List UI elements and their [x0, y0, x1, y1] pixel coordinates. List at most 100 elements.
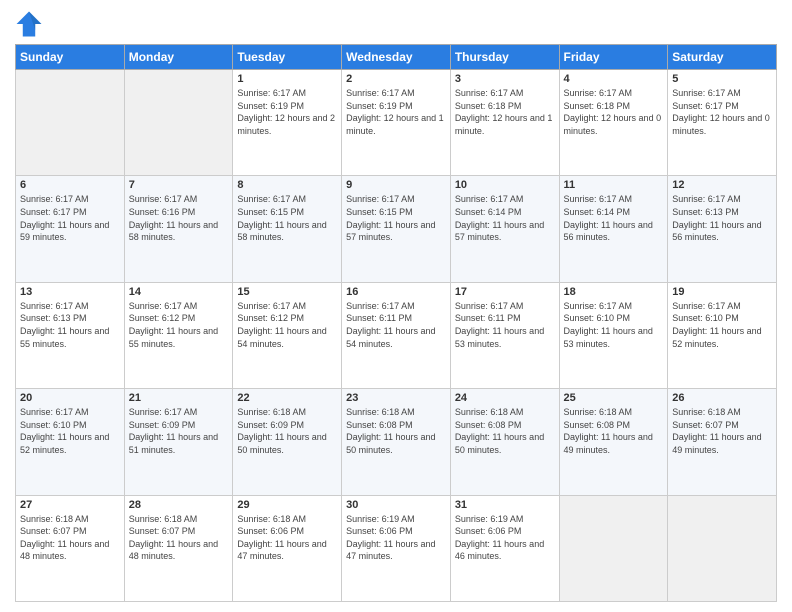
week-row-5: 27 Sunrise: 6:18 AM Sunset: 6:07 PM Dayli… [16, 495, 777, 601]
day-number: 6 [20, 179, 120, 191]
weekday-header-saturday: Saturday [668, 45, 777, 70]
day-info: Sunrise: 6:18 AM Sunset: 6:08 PM Dayligh… [564, 406, 664, 456]
day-number: 23 [346, 392, 446, 404]
weekday-header-monday: Monday [124, 45, 233, 70]
day-cell: 20Sunrise: 6:17 AM Sunset: 6:10 PM Dayli… [16, 389, 125, 495]
day-number: 19 [672, 286, 772, 298]
day-cell: 23 Sunrise: 6:18 AM Sunset: 6:08 PM Dayli… [342, 389, 451, 495]
day-info: Sunrise: 6:17 AM Sunset: 6:17 PM Dayligh… [672, 87, 772, 137]
day-number: 29 [237, 499, 337, 511]
day-info: Sunrise: 6:17 AM Sunset: 6:16 PM Dayligh… [129, 193, 229, 243]
week-row-1: 1 Sunrise: 6:17 AM Sunset: 6:19 PM Daylig… [16, 70, 777, 176]
weekday-header-wednesday: Wednesday [342, 45, 451, 70]
day-cell: 24Sunrise: 6:18 AM Sunset: 6:08 PM Dayli… [450, 389, 559, 495]
weekday-header-friday: Friday [559, 45, 668, 70]
day-cell: 16Sunrise: 6:17 AM Sunset: 6:11 PM Dayli… [342, 282, 451, 388]
day-number: 26 [672, 392, 772, 404]
day-number: 27 [20, 499, 120, 511]
day-cell: 2Sunrise: 6:17 AM Sunset: 6:19 PM Daylig… [342, 70, 451, 176]
day-info: Sunrise: 6:17 AM Sunset: 6:11 PM Dayligh… [346, 300, 446, 350]
day-cell: 15 Sunrise: 6:17 AM Sunset: 6:12 PM Dayli… [233, 282, 342, 388]
day-number: 15 [237, 286, 337, 298]
day-info: Sunrise: 6:17 AM Sunset: 6:15 PM Dayligh… [346, 193, 446, 243]
day-cell: 19 Sunrise: 6:17 AM Sunset: 6:10 PM Dayli… [668, 282, 777, 388]
header [15, 10, 777, 38]
day-cell: 5Sunrise: 6:17 AM Sunset: 6:17 PM Daylig… [668, 70, 777, 176]
day-info: Sunrise: 6:17 AM Sunset: 6:19 PM Dayligh… [237, 87, 337, 137]
day-number: 1 [237, 73, 337, 85]
day-info: Sunrise: 6:17 AM Sunset: 6:09 PM Dayligh… [129, 406, 229, 456]
day-cell: 21 Sunrise: 6:17 AM Sunset: 6:09 PM Dayli… [124, 389, 233, 495]
day-info: Sunrise: 6:18 AM Sunset: 6:07 PM Dayligh… [129, 513, 229, 563]
day-info: Sunrise: 6:19 AM Sunset: 6:06 PM Dayligh… [346, 513, 446, 563]
day-info: Sunrise: 6:17 AM Sunset: 6:10 PM Dayligh… [20, 406, 120, 456]
day-cell: 22 Sunrise: 6:18 AM Sunset: 6:09 PM Dayli… [233, 389, 342, 495]
day-info: Sunrise: 6:17 AM Sunset: 6:10 PM Dayligh… [564, 300, 664, 350]
day-number: 30 [346, 499, 446, 511]
day-number: 18 [564, 286, 664, 298]
day-cell: 7 Sunrise: 6:17 AM Sunset: 6:16 PM Daylig… [124, 176, 233, 282]
day-number: 7 [129, 179, 229, 191]
header-row: SundayMondayTuesdayWednesdayThursdayFrid… [16, 45, 777, 70]
day-info: Sunrise: 6:17 AM Sunset: 6:18 PM Dayligh… [564, 87, 664, 137]
day-info: Sunrise: 6:18 AM Sunset: 6:07 PM Dayligh… [672, 406, 772, 456]
day-cell: 11 Sunrise: 6:17 AM Sunset: 6:14 PM Dayli… [559, 176, 668, 282]
day-info: Sunrise: 6:19 AM Sunset: 6:06 PM Dayligh… [455, 513, 555, 563]
day-info: Sunrise: 6:18 AM Sunset: 6:08 PM Dayligh… [346, 406, 446, 456]
weekday-header-tuesday: Tuesday [233, 45, 342, 70]
day-number: 11 [564, 179, 664, 191]
day-cell [559, 495, 668, 601]
day-cell: 1 Sunrise: 6:17 AM Sunset: 6:19 PM Daylig… [233, 70, 342, 176]
day-cell [124, 70, 233, 176]
logo-icon [15, 10, 43, 38]
day-number: 13 [20, 286, 120, 298]
day-cell: 29Sunrise: 6:18 AM Sunset: 6:06 PM Dayli… [233, 495, 342, 601]
weekday-header-thursday: Thursday [450, 45, 559, 70]
calendar-header: SundayMondayTuesdayWednesdayThursdayFrid… [16, 45, 777, 70]
day-cell: 3 Sunrise: 6:17 AM Sunset: 6:18 PM Daylig… [450, 70, 559, 176]
day-info: Sunrise: 6:17 AM Sunset: 6:11 PM Dayligh… [455, 300, 555, 350]
day-cell: 9 Sunrise: 6:17 AM Sunset: 6:15 PM Daylig… [342, 176, 451, 282]
day-number: 22 [237, 392, 337, 404]
day-info: Sunrise: 6:17 AM Sunset: 6:12 PM Dayligh… [237, 300, 337, 350]
day-number: 28 [129, 499, 229, 511]
day-cell: 17Sunrise: 6:17 AM Sunset: 6:11 PM Dayli… [450, 282, 559, 388]
day-info: Sunrise: 6:18 AM Sunset: 6:08 PM Dayligh… [455, 406, 555, 456]
day-cell: 26 Sunrise: 6:18 AM Sunset: 6:07 PM Dayli… [668, 389, 777, 495]
calendar-body: 1 Sunrise: 6:17 AM Sunset: 6:19 PM Daylig… [16, 70, 777, 602]
day-number: 12 [672, 179, 772, 191]
day-info: Sunrise: 6:17 AM Sunset: 6:10 PM Dayligh… [672, 300, 772, 350]
calendar-table: SundayMondayTuesdayWednesdayThursdayFrid… [15, 44, 777, 602]
day-info: Sunrise: 6:18 AM Sunset: 6:09 PM Dayligh… [237, 406, 337, 456]
day-info: Sunrise: 6:17 AM Sunset: 6:18 PM Dayligh… [455, 87, 555, 137]
day-cell [668, 495, 777, 601]
day-number: 10 [455, 179, 555, 191]
day-cell: 18 Sunrise: 6:17 AM Sunset: 6:10 PM Dayli… [559, 282, 668, 388]
logo [15, 10, 47, 38]
day-cell: 4 Sunrise: 6:17 AM Sunset: 6:18 PM Daylig… [559, 70, 668, 176]
day-info: Sunrise: 6:17 AM Sunset: 6:14 PM Dayligh… [455, 193, 555, 243]
day-cell [16, 70, 125, 176]
day-info: Sunrise: 6:17 AM Sunset: 6:19 PM Dayligh… [346, 87, 446, 137]
day-number: 9 [346, 179, 446, 191]
day-cell: 8 Sunrise: 6:17 AM Sunset: 6:15 PM Daylig… [233, 176, 342, 282]
day-number: 8 [237, 179, 337, 191]
day-info: Sunrise: 6:17 AM Sunset: 6:15 PM Dayligh… [237, 193, 337, 243]
page-container: SundayMondayTuesdayWednesdayThursdayFrid… [0, 0, 792, 612]
day-number: 4 [564, 73, 664, 85]
day-cell: 13 Sunrise: 6:17 AM Sunset: 6:13 PM Dayli… [16, 282, 125, 388]
day-cell: 31 Sunrise: 6:19 AM Sunset: 6:06 PM Dayli… [450, 495, 559, 601]
day-cell: 25Sunrise: 6:18 AM Sunset: 6:08 PM Dayli… [559, 389, 668, 495]
day-cell: 28 Sunrise: 6:18 AM Sunset: 6:07 PM Dayli… [124, 495, 233, 601]
weekday-header-sunday: Sunday [16, 45, 125, 70]
week-row-2: 6Sunrise: 6:17 AM Sunset: 6:17 PM Daylig… [16, 176, 777, 282]
day-cell: 6Sunrise: 6:17 AM Sunset: 6:17 PM Daylig… [16, 176, 125, 282]
week-row-3: 13 Sunrise: 6:17 AM Sunset: 6:13 PM Dayli… [16, 282, 777, 388]
day-cell: 10 Sunrise: 6:17 AM Sunset: 6:14 PM Dayli… [450, 176, 559, 282]
day-number: 21 [129, 392, 229, 404]
day-number: 31 [455, 499, 555, 511]
day-info: Sunrise: 6:17 AM Sunset: 6:14 PM Dayligh… [564, 193, 664, 243]
day-number: 3 [455, 73, 555, 85]
day-info: Sunrise: 6:17 AM Sunset: 6:13 PM Dayligh… [20, 300, 120, 350]
day-info: Sunrise: 6:18 AM Sunset: 6:07 PM Dayligh… [20, 513, 120, 563]
